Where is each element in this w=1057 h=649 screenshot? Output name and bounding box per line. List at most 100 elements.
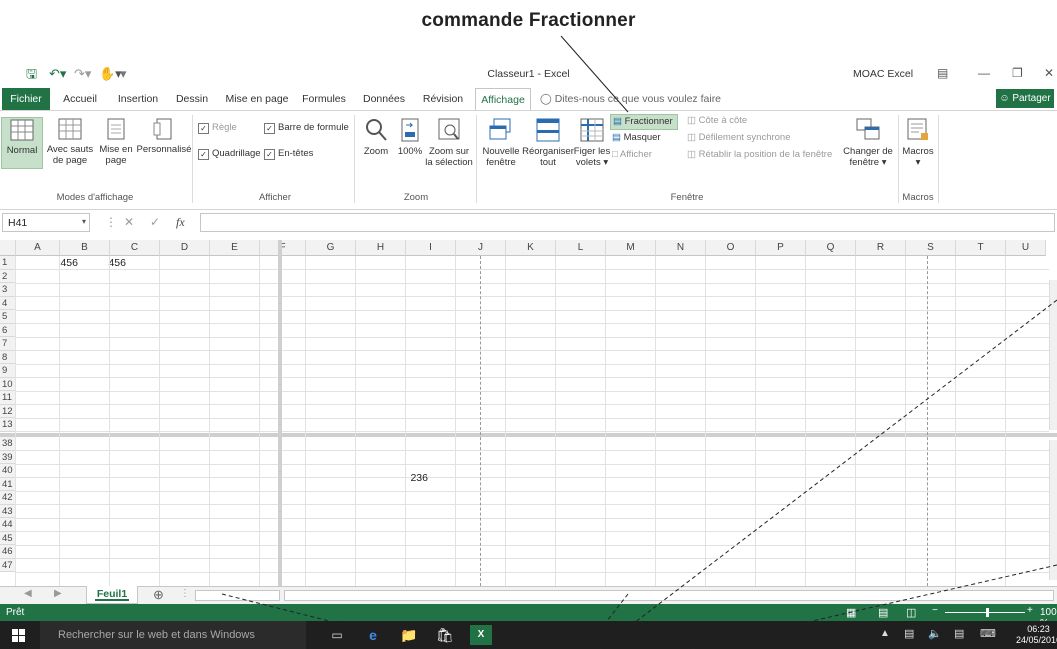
cancel-icon[interactable]: ✕	[124, 215, 134, 229]
store-icon[interactable]: 🛍	[434, 625, 456, 645]
share-button[interactable]: ☺ Partager	[996, 89, 1054, 108]
minimize-icon[interactable]: —	[978, 66, 990, 80]
row-header-10[interactable]: 10	[0, 377, 16, 391]
keyboard-icon[interactable]: ⌨	[980, 627, 996, 640]
cell-b1[interactable]: 456	[84, 257, 126, 269]
taskbar-search[interactable]: Rechercher sur le web et dans Windows	[40, 621, 306, 649]
column-header-a[interactable]: A	[16, 240, 60, 256]
column-header-e[interactable]: E	[210, 240, 260, 256]
zoom-slider[interactable]	[945, 612, 1025, 613]
row-header-41[interactable]: 41	[0, 477, 16, 491]
normal-view-button[interactable]: Normal	[1, 117, 43, 169]
custom-views-button[interactable]: Personnalisé	[136, 117, 192, 155]
macros-button[interactable]: Macros ▾	[900, 117, 936, 168]
column-header-t[interactable]: T	[956, 240, 1006, 256]
row-header-39[interactable]: 39	[0, 450, 16, 464]
taskbar-clock[interactable]: 06:23 24/05/2016	[1016, 624, 1057, 646]
notifications-icon[interactable]: ▤	[954, 627, 964, 640]
row-header-42[interactable]: 42	[0, 491, 16, 505]
unhide-window-button[interactable]: □ Afficher	[612, 148, 652, 161]
insert-function-icon[interactable]: fx	[176, 215, 185, 230]
row-header-4[interactable]: 4	[0, 296, 16, 310]
enter-icon[interactable]: ✓	[150, 215, 160, 229]
tab-revision[interactable]: Révision	[415, 88, 471, 110]
formula-input[interactable]	[200, 213, 1055, 232]
zoom-slider-thumb[interactable]	[986, 608, 989, 617]
windows-start-icon[interactable]	[12, 629, 25, 642]
row-header-9[interactable]: 9	[0, 364, 16, 378]
prev-sheet-icon[interactable]: ◀	[24, 588, 32, 599]
tab-formules[interactable]: Formules	[298, 88, 350, 110]
ribbon-display-icon[interactable]: ▤	[937, 66, 948, 80]
horizontal-scrollbar-left[interactable]	[195, 590, 280, 601]
row-header-46[interactable]: 46	[0, 545, 16, 559]
row-header-47[interactable]: 47	[0, 558, 16, 572]
row-header-5[interactable]: 5	[0, 310, 16, 324]
column-header-n[interactable]: N	[656, 240, 706, 256]
tab-fichier[interactable]: Fichier	[2, 88, 50, 110]
zoom-button[interactable]: Zoom	[358, 117, 394, 157]
vertical-scrollbar-bottom[interactable]	[1049, 440, 1057, 580]
column-header-u[interactable]: U	[1006, 240, 1046, 256]
formula-bar-checkbox[interactable]: ✓ Barre de formule	[264, 121, 349, 134]
column-header-j[interactable]: J	[456, 240, 506, 256]
name-box-dropdown-icon[interactable]: ▾	[82, 217, 86, 226]
worksheet-grid[interactable]: ABCDEFGHIJKLMNOPQRSTU 1 2 3 4 5 6 7 8 9 10 11 12 13 …	[0, 240, 1057, 586]
zoom-out-icon[interactable]: −	[932, 605, 938, 616]
next-sheet-icon[interactable]: ▶	[54, 588, 62, 599]
tab-insertion[interactable]: Insertion	[113, 88, 163, 110]
row-header-43[interactable]: 43	[0, 504, 16, 518]
arrange-all-button[interactable]: Réorganiser tout	[522, 117, 574, 168]
new-window-button[interactable]: Nouvelle fenêtre	[478, 117, 524, 168]
column-header-m[interactable]: M	[606, 240, 656, 256]
name-box[interactable]: H41	[2, 213, 90, 232]
ruler-checkbox[interactable]: ✓ Règle	[198, 121, 237, 134]
page-layout-view-button[interactable]: Mise en page	[96, 117, 136, 166]
column-header-l[interactable]: L	[556, 240, 606, 256]
row-header-12[interactable]: 12	[0, 404, 16, 418]
close-icon[interactable]: ✕	[1044, 66, 1054, 80]
network-icon[interactable]: ▤	[904, 627, 914, 640]
sheet-tab-feuil1[interactable]: Feuil1	[86, 586, 138, 604]
normal-view-status-icon[interactable]: ▦	[846, 606, 856, 619]
column-header-r[interactable]: R	[856, 240, 906, 256]
row-header-45[interactable]: 45	[0, 531, 16, 545]
side-by-side-button[interactable]: ◫ Côte à côte	[687, 114, 747, 127]
column-header-g[interactable]: G	[306, 240, 356, 256]
tab-accueil[interactable]: Accueil	[57, 88, 103, 110]
reset-window-position-button[interactable]: ◫ Rétablir la position de la fenêtre	[687, 148, 832, 161]
vertical-split-bar[interactable]	[278, 240, 282, 586]
column-header-s[interactable]: S	[906, 240, 956, 256]
column-header-i[interactable]: I	[406, 240, 456, 256]
tell-me-box[interactable]: ◯ Dites-nous ce que vous voulez faire	[540, 88, 721, 110]
cell-h40[interactable]: 236	[380, 472, 428, 484]
headings-checkbox[interactable]: ✓ En-têtes	[264, 147, 313, 160]
horizontal-scrollbar-right[interactable]	[284, 590, 1054, 601]
switch-windows-button[interactable]: Changer de fenêtre ▾	[840, 117, 896, 168]
file-explorer-icon[interactable]: 📁	[398, 625, 420, 645]
column-header-q[interactable]: Q	[806, 240, 856, 256]
page-break-view-button[interactable]: Avec sauts de page	[44, 117, 96, 166]
row-header-38[interactable]: 38	[0, 437, 16, 451]
row-header-8[interactable]: 8	[0, 350, 16, 364]
page-layout-status-icon[interactable]: ▤	[878, 606, 888, 619]
zoom-100-button[interactable]: 100%	[394, 117, 426, 157]
excel-taskbar-icon[interactable]: X	[470, 625, 492, 645]
row-header-7[interactable]: 7	[0, 337, 16, 351]
account-name[interactable]: MOAC Excel	[853, 68, 913, 80]
row-header-11[interactable]: 11	[0, 391, 16, 405]
edge-icon[interactable]: e	[362, 625, 384, 645]
row-header-40[interactable]: 40	[0, 464, 16, 478]
row-header-1[interactable]: 1	[0, 256, 16, 270]
vertical-scrollbar-top[interactable]	[1049, 280, 1057, 430]
tab-dessin[interactable]: Dessin	[172, 88, 212, 110]
tab-mise-en-page[interactable]: Mise en page	[222, 88, 292, 110]
column-header-d[interactable]: D	[160, 240, 210, 256]
column-header-f[interactable]: F	[260, 240, 306, 256]
split-button[interactable]: ▤ Fractionner	[610, 114, 678, 130]
tab-splitter-icon[interactable]: ⋮	[180, 588, 190, 599]
row-header-3[interactable]: 3	[0, 283, 16, 297]
column-header-p[interactable]: P	[756, 240, 806, 256]
gridlines-checkbox[interactable]: ✓ Quadrillage	[198, 147, 261, 160]
row-header-13[interactable]: 13	[0, 418, 16, 432]
